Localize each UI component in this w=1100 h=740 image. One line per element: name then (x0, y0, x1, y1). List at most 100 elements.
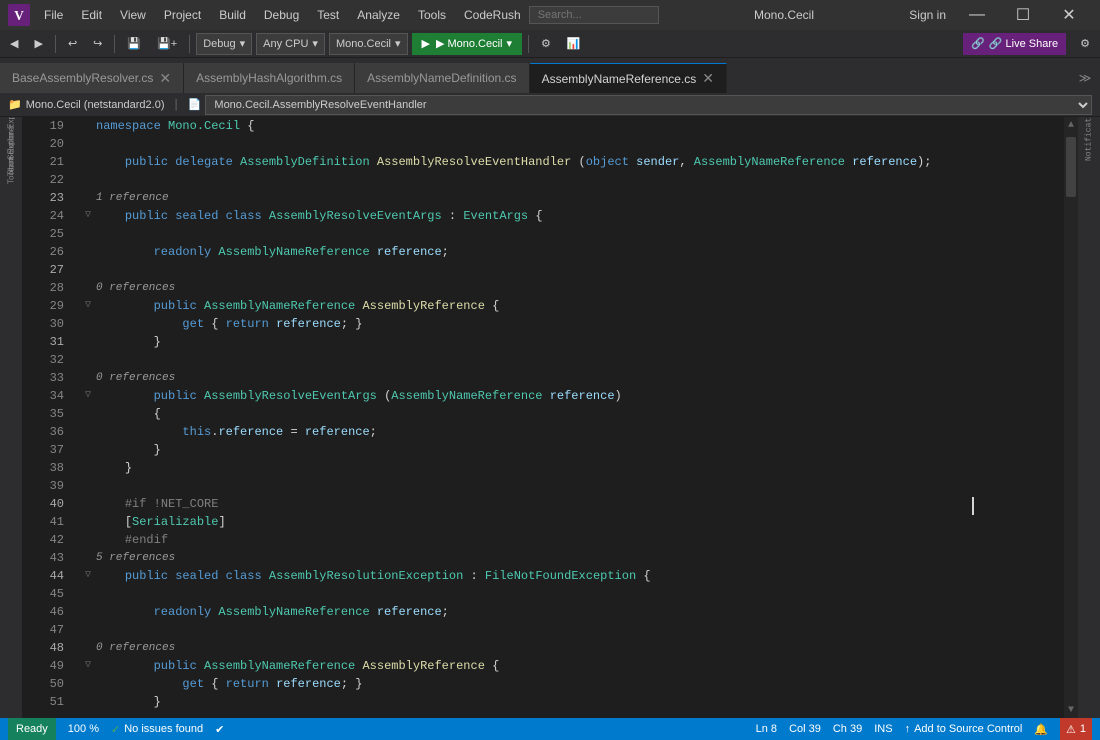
scroll-down-arrow[interactable]: ▼ (1066, 704, 1076, 716)
toolbar-sep-4 (528, 35, 529, 53)
status-source-control[interactable]: ↑ Add to Source Control (905, 718, 1023, 740)
status-col: Col 39 (789, 718, 821, 740)
tab-label: AssemblyNameDefinition.cs (367, 71, 516, 85)
toolbar-attach-button[interactable]: ⚙ (535, 35, 557, 52)
code-line-32: { (80, 405, 1064, 423)
code-line-23: ▽ public sealed class AssemblyResolveEve… (80, 207, 1064, 225)
menu-coderush[interactable]: CodeRush (456, 6, 529, 24)
menu-debug[interactable]: Debug (256, 6, 307, 24)
status-check-icon[interactable]: ✔ (215, 723, 224, 736)
left-sidebar: Solution Explorer Team Explorer Toolbox (0, 117, 22, 718)
toolbar-extensions-button[interactable]: ⚙ (1074, 35, 1096, 52)
status-zoom[interactable]: 100 % (68, 723, 99, 735)
menu-view[interactable]: View (112, 6, 154, 24)
code-line-19: namespace Mono.Cecil { (80, 117, 1064, 135)
run-button[interactable]: ▶ ▶ Mono.Cecil ▾ (412, 33, 523, 55)
minimap-scrollbar[interactable]: ▲ ▼ (1064, 117, 1078, 718)
status-issues[interactable]: ✓ No issues found (111, 723, 203, 736)
tab-label: AssemblyNameReference.cs (542, 72, 697, 86)
ref-hint-27: 0 references (80, 279, 1064, 297)
vs-logo: V (8, 4, 30, 26)
tab-assembly-name-def[interactable]: AssemblyNameDefinition.cs (355, 63, 529, 93)
code-line-33: this.reference = reference; (80, 423, 1064, 441)
sign-in-button[interactable]: Sign in (909, 8, 946, 22)
menu-tools[interactable]: Tools (410, 6, 454, 24)
tab-scroll-right[interactable]: ≫ (1070, 63, 1100, 93)
code-content[interactable]: namespace Mono.Cecil { public delegate A… (72, 117, 1064, 718)
project-dropdown[interactable]: Mono.Cecil ▾ (329, 33, 408, 55)
notifications-icon[interactable]: Notifications (1080, 121, 1098, 139)
menu-test[interactable]: Test (309, 6, 347, 24)
tab-label: AssemblyHashAlgorithm.cs (196, 71, 342, 85)
ref-hint-44: 0 references (80, 639, 1064, 657)
code-line-46: } (80, 693, 1064, 711)
status-error[interactable]: ⚠ 1 (1060, 718, 1092, 740)
toolbox-icon[interactable]: Toolbox (2, 161, 20, 179)
status-ln: Ln 8 (756, 718, 777, 740)
cursor (972, 497, 974, 515)
code-line-25: readonly AssemblyNameReference reference… (80, 243, 1064, 261)
code-line-20 (80, 135, 1064, 153)
editor-area: 19 20 21 22 23 24 25 26 27 28 29 30 31 3… (22, 117, 1078, 718)
tab-bar: BaseAssemblyResolver.cs ✕ AssemblyHashAl… (0, 58, 1100, 93)
title-right: Sign in — ☐ ✕ (909, 0, 1092, 30)
code-line-29: } (80, 333, 1064, 351)
code-line-27: ▽ public AssemblyNameReference AssemblyR… (80, 297, 1064, 315)
code-line-35: } (80, 459, 1064, 477)
right-sidebar: Notifications (1078, 117, 1100, 718)
fold-btn-40[interactable]: ▽ (80, 567, 96, 585)
menu-edit[interactable]: Edit (73, 6, 110, 24)
fold-btn-44[interactable]: ▽ (80, 657, 96, 675)
svg-text:V: V (14, 8, 24, 23)
toolbar: ◀ ▶ ↩ ↪ 💾 💾+ Debug ▾ Any CPU ▾ Mono.Ceci… (0, 30, 1100, 58)
debug-config-dropdown[interactable]: Debug ▾ (196, 33, 252, 55)
close-button[interactable]: ✕ (1046, 0, 1092, 30)
title-project-name: Mono.Cecil (659, 8, 910, 22)
live-share-icon: 🔗 (971, 37, 985, 50)
scroll-up-arrow[interactable]: ▲ (1066, 119, 1076, 131)
menu-project[interactable]: Project (156, 6, 209, 24)
code-line-41 (80, 585, 1064, 603)
title-search-input[interactable] (529, 6, 659, 24)
tab-close-icon[interactable]: ✕ (159, 70, 171, 87)
minimize-button[interactable]: — (954, 0, 1000, 30)
menu-build[interactable]: Build (211, 6, 254, 24)
tab-assembly-name-ref[interactable]: AssemblyNameReference.cs ✕ (530, 63, 727, 93)
solution-icon: 📁 (8, 98, 22, 112)
code-line-40: ▽ public sealed class AssemblyResolution… (80, 567, 1064, 585)
member-dropdown[interactable]: Mono.Cecil.AssemblyResolveEventHandler (205, 95, 1092, 115)
fold-btn-23[interactable]: ▽ (80, 207, 96, 225)
maximize-button[interactable]: ☐ (1000, 0, 1046, 30)
tab-base-assembly-resolver[interactable]: BaseAssemblyResolver.cs ✕ (0, 63, 184, 93)
tab-assembly-hash[interactable]: AssemblyHashAlgorithm.cs (184, 63, 355, 93)
code-line-45: get { return reference; } (80, 675, 1064, 693)
tab-close-active-icon[interactable]: ✕ (702, 70, 714, 87)
fold-btn-27[interactable]: ▽ (80, 297, 96, 315)
toolbar-undo-button[interactable]: ↩ (62, 35, 83, 52)
code-line-36 (80, 477, 1064, 495)
fold-btn-31[interactable]: ▽ (80, 387, 96, 405)
menu-analyze[interactable]: Analyze (349, 6, 408, 24)
toolbar-sep-1 (55, 35, 56, 53)
live-share-button[interactable]: 🔗 🔗 Live Share (963, 33, 1066, 55)
status-ins: INS (874, 718, 892, 740)
status-bell[interactable]: 🔔 (1034, 718, 1048, 740)
code-line-31: ▽ public AssemblyResolveEventArgs (Assem… (80, 387, 1064, 405)
status-ready: Ready (8, 718, 56, 740)
scroll-thumb[interactable] (1066, 137, 1076, 197)
window-controls: — ☐ ✕ (954, 0, 1092, 30)
toolbar-diag-button[interactable]: 📊 (561, 35, 587, 52)
menu-file[interactable]: File (36, 6, 71, 24)
ref-hint-31: 0 references (80, 369, 1064, 387)
cpu-dropdown[interactable]: Any CPU ▾ (256, 33, 325, 55)
code-line-28: get { return reference; } (80, 315, 1064, 333)
toolbar-back-button[interactable]: ◀ (4, 35, 24, 52)
toolbar-save-button[interactable]: 💾 (121, 35, 147, 52)
toolbar-forward-button[interactable]: ▶ (28, 35, 48, 52)
code-line-47 (80, 711, 1064, 718)
title-bar: V File Edit View Project Build Debug Tes… (0, 0, 1100, 30)
main-area: Solution Explorer Team Explorer Toolbox … (0, 117, 1100, 718)
code-line-26 (80, 261, 1064, 279)
toolbar-redo-button[interactable]: ↪ (87, 35, 108, 52)
toolbar-save-all-button[interactable]: 💾+ (151, 35, 183, 52)
